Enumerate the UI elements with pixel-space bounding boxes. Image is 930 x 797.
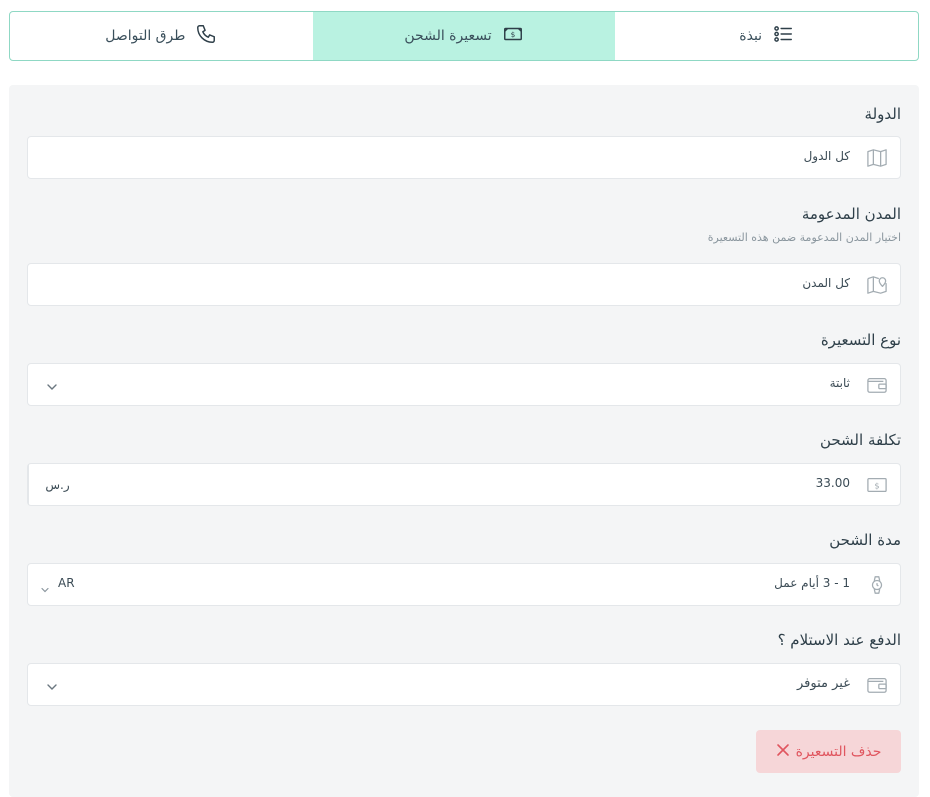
svg-text:$: $ — [874, 481, 879, 491]
map-pin-icon — [866, 275, 888, 295]
pricing-type-value: ثابتة — [829, 376, 850, 390]
tab-contact-methods[interactable]: طرق التواصل — [10, 12, 313, 60]
cod-label: الدفع عند الاستلام ؟ — [777, 631, 901, 649]
map-icon — [866, 148, 888, 168]
shipping-duration-value: 1 - 3 أيام عمل — [774, 576, 850, 590]
shipping-cost-label: تكلفة الشحن — [819, 431, 901, 449]
cities-value: كل المدن — [802, 276, 850, 290]
country-value: كل الدول — [803, 149, 850, 163]
chevron-down-icon[interactable] — [46, 378, 58, 390]
cod-select[interactable]: غير متوفر — [27, 663, 901, 706]
chevron-down-icon[interactable] — [40, 580, 50, 593]
currency-suffix: ر.س — [28, 464, 86, 505]
tab-contact-methods-label: طرق التواصل — [105, 28, 186, 44]
tab-shipping-pricing-label: تسعيرة الشحن — [404, 28, 492, 44]
pricing-type-label: نوع التسعيرة — [820, 331, 901, 349]
shipping-duration-label: مدة الشحن — [829, 531, 901, 549]
country-select[interactable]: كل الدول — [27, 136, 901, 179]
money-icon: $ — [502, 23, 524, 49]
delete-pricing-button[interactable]: حذف التسعيرة — [756, 730, 901, 773]
cities-label: المدن المدعومة — [801, 205, 901, 223]
tab-about-label: نبذة — [739, 28, 763, 44]
tab-shipping-pricing[interactable]: $ تسعيرة الشحن — [312, 12, 616, 60]
tabs-bar: نبذة $ تسعيرة الشحن طرق التواصل — [9, 11, 919, 61]
pricing-panel: الدولة كل الدول المدن المدعومة اختيار ال… — [9, 85, 919, 797]
shipping-cost-field[interactable]: $ 33.00 ر.س — [27, 463, 901, 506]
country-label: الدولة — [864, 105, 901, 123]
cities-hint: اختيار المدن المدعومة ضمن هذه التسعيرة — [707, 231, 901, 244]
list-icon — [772, 23, 794, 49]
pricing-type-select[interactable]: ثابتة — [27, 363, 901, 406]
chevron-down-icon[interactable] — [46, 678, 58, 690]
delete-pricing-label: حذف التسعيرة — [795, 743, 882, 760]
language-selector[interactable]: AR — [58, 576, 75, 590]
cities-select[interactable]: كل المدن — [27, 263, 901, 306]
wallet-icon — [866, 375, 888, 395]
cod-value: غير متوفر — [796, 676, 850, 691]
close-icon — [776, 743, 790, 761]
watch-icon — [866, 575, 888, 595]
shipping-duration-field[interactable]: 1 - 3 أيام عمل AR — [27, 563, 901, 606]
wallet-icon — [866, 675, 888, 695]
svg-text:$: $ — [510, 30, 515, 39]
phone-icon — [195, 23, 217, 49]
shipping-cost-value: 33.00 — [815, 476, 850, 490]
money-icon: $ — [866, 475, 888, 495]
tab-about[interactable]: نبذة — [615, 12, 918, 60]
